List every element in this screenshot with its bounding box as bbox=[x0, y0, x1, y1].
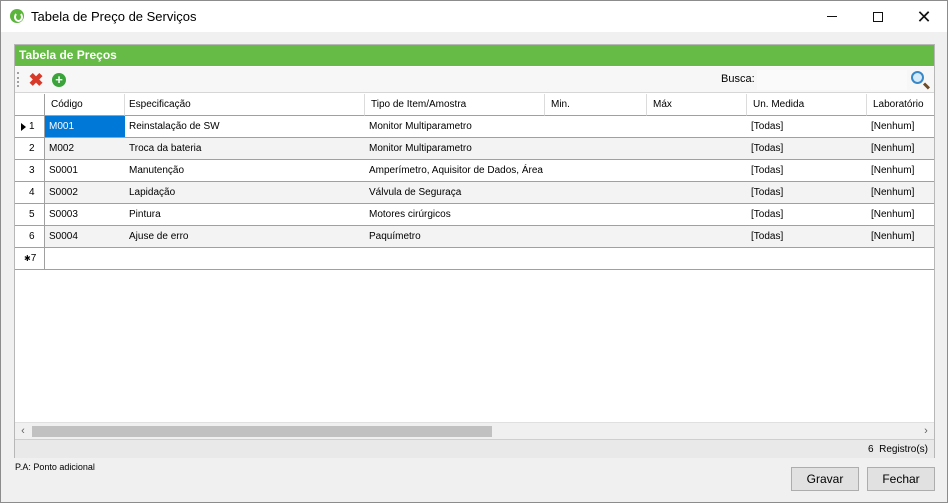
new-row-icon: ✱ bbox=[24, 254, 31, 263]
cell-un-medida[interactable]: [Todas] bbox=[747, 182, 867, 204]
cell-min[interactable] bbox=[545, 160, 647, 182]
grid-header-row: Código Especificação Tipo de Item/Amostr… bbox=[15, 94, 934, 116]
cell-codigo[interactable]: S0001 bbox=[45, 160, 125, 182]
cell-codigo[interactable]: M001 bbox=[45, 116, 125, 138]
cell-min[interactable] bbox=[545, 226, 647, 248]
add-icon[interactable]: + bbox=[50, 71, 68, 89]
row-header[interactable]: 1 bbox=[15, 116, 45, 138]
save-button[interactable]: Gravar bbox=[791, 467, 859, 491]
maximize-button[interactable] bbox=[855, 1, 901, 32]
maximize-icon bbox=[873, 11, 883, 22]
table-row[interactable]: 6 S0004 Ajuse de erro Paquímetro [Todas]… bbox=[15, 226, 934, 248]
table-row[interactable]: 1 M001 Reinstalação de SW Monitor Multip… bbox=[15, 116, 934, 138]
column-header-codigo[interactable]: Código bbox=[45, 94, 125, 116]
cell-max[interactable] bbox=[647, 226, 747, 248]
cell-tipo[interactable]: Monitor Multiparametro bbox=[365, 116, 545, 138]
cell-un-medida[interactable]: [Todas] bbox=[747, 160, 867, 182]
column-header-max[interactable]: Máx bbox=[647, 94, 747, 116]
delete-icon[interactable]: ✖ bbox=[27, 70, 45, 90]
current-row-icon bbox=[21, 123, 26, 131]
cell-laboratorio[interactable]: [Nenhum] bbox=[867, 160, 934, 182]
cell-codigo[interactable]: S0002 bbox=[45, 182, 125, 204]
row-header-corner bbox=[15, 94, 45, 116]
close-button[interactable]: Fechar bbox=[867, 467, 935, 491]
status-bar: 6 Registro(s) bbox=[15, 439, 934, 458]
cell-un-medida[interactable]: [Todas] bbox=[747, 226, 867, 248]
column-header-especificacao[interactable]: Especificação bbox=[125, 94, 365, 116]
search-icon[interactable] bbox=[909, 69, 933, 91]
table-row[interactable]: 3 S0001 Manutenção Amperímetro, Aquisito… bbox=[15, 160, 934, 182]
cell-tipo[interactable]: Amperímetro, Aquisitor de Dados, Área ..… bbox=[365, 160, 545, 182]
row-header[interactable]: 6 bbox=[15, 226, 45, 248]
table-row[interactable]: 4 S0002 Lapidação Válvula de Seguraça [T… bbox=[15, 182, 934, 204]
new-row-cells[interactable] bbox=[45, 248, 934, 270]
cell-min[interactable] bbox=[545, 116, 647, 138]
minimize-icon bbox=[827, 16, 837, 17]
cell-max[interactable] bbox=[647, 160, 747, 182]
dialog-window: Tabela de Preço de Serviços ✕ Tabela de … bbox=[0, 0, 948, 503]
app-logo-icon bbox=[10, 9, 24, 23]
cell-codigo[interactable]: M002 bbox=[45, 138, 125, 160]
cell-especificacao[interactable]: Troca da bateria bbox=[125, 138, 365, 160]
window-title: Tabela de Preço de Serviços bbox=[31, 9, 197, 24]
cell-laboratorio[interactable]: [Nenhum] bbox=[867, 226, 934, 248]
row-header[interactable]: 5 bbox=[15, 204, 45, 226]
cell-max[interactable] bbox=[647, 116, 747, 138]
row-header[interactable]: 4 bbox=[15, 182, 45, 204]
search-input[interactable] bbox=[757, 70, 907, 90]
cell-max[interactable] bbox=[647, 138, 747, 160]
cell-min[interactable] bbox=[545, 138, 647, 160]
cell-laboratorio[interactable]: [Nenhum] bbox=[867, 204, 934, 226]
cell-especificacao[interactable]: Ajuse de erro bbox=[125, 226, 365, 248]
cell-un-medida[interactable]: [Todas] bbox=[747, 138, 867, 160]
price-table-panel: Tabela de Preços ✖ + Busca: Código Espec… bbox=[14, 44, 935, 458]
scroll-right-icon[interactable]: › bbox=[918, 424, 934, 439]
title-bar: Tabela de Preço de Serviços ✕ bbox=[1, 1, 947, 32]
cell-tipo[interactable]: Motores cirúrgicos bbox=[365, 204, 545, 226]
new-row[interactable]: ✱7 bbox=[15, 248, 934, 270]
close-window-button[interactable]: ✕ bbox=[901, 1, 947, 32]
close-icon: ✕ bbox=[916, 6, 932, 27]
footnote: P.A: Ponto adicional bbox=[15, 462, 95, 472]
table-row[interactable]: 2 M002 Troca da bateria Monitor Multipar… bbox=[15, 138, 934, 160]
cell-tipo[interactable]: Válvula de Seguraça bbox=[365, 182, 545, 204]
cell-un-medida[interactable]: [Todas] bbox=[747, 204, 867, 226]
cell-laboratorio[interactable]: [Nenhum] bbox=[867, 138, 934, 160]
cell-min[interactable] bbox=[545, 182, 647, 204]
cell-max[interactable] bbox=[647, 182, 747, 204]
cell-codigo[interactable]: S0003 bbox=[45, 204, 125, 226]
cell-codigo[interactable]: S0004 bbox=[45, 226, 125, 248]
price-table-grid[interactable]: Código Especificação Tipo de Item/Amostr… bbox=[15, 94, 934, 422]
table-row[interactable]: 5 S0003 Pintura Motores cirúrgicos [Toda… bbox=[15, 204, 934, 226]
minimize-button[interactable] bbox=[809, 1, 855, 32]
cell-especificacao[interactable]: Lapidação bbox=[125, 182, 365, 204]
cell-tipo[interactable]: Paquímetro bbox=[365, 226, 545, 248]
horizontal-scrollbar[interactable]: ‹ › bbox=[15, 422, 934, 439]
cell-tipo[interactable]: Monitor Multiparametro bbox=[365, 138, 545, 160]
column-header-un-medida[interactable]: Un. Medida bbox=[747, 94, 867, 116]
search-label: Busca: bbox=[721, 73, 755, 85]
row-header[interactable]: 3 bbox=[15, 160, 45, 182]
cell-laboratorio[interactable]: [Nenhum] bbox=[867, 182, 934, 204]
cell-especificacao[interactable]: Pintura bbox=[125, 204, 365, 226]
toolbar: ✖ + Busca: bbox=[15, 67, 934, 93]
cell-especificacao[interactable]: Manutenção bbox=[125, 160, 365, 182]
scroll-left-icon[interactable]: ‹ bbox=[15, 424, 31, 439]
column-header-min[interactable]: Min. bbox=[545, 94, 647, 116]
scrollbar-thumb[interactable] bbox=[32, 426, 492, 437]
cell-max[interactable] bbox=[647, 204, 747, 226]
column-header-tipo[interactable]: Tipo de Item/Amostra bbox=[365, 94, 545, 116]
row-header[interactable]: 2 bbox=[15, 138, 45, 160]
toolbar-grip[interactable] bbox=[17, 72, 19, 87]
row-header[interactable]: ✱7 bbox=[15, 248, 45, 270]
panel-header: Tabela de Preços bbox=[15, 45, 934, 66]
cell-laboratorio[interactable]: [Nenhum] bbox=[867, 116, 934, 138]
cell-min[interactable] bbox=[545, 204, 647, 226]
cell-especificacao[interactable]: Reinstalação de SW bbox=[125, 116, 365, 138]
cell-un-medida[interactable]: [Todas] bbox=[747, 116, 867, 138]
record-count: 6 Registro(s) bbox=[867, 444, 928, 455]
column-header-laboratorio[interactable]: Laboratório bbox=[867, 94, 934, 116]
